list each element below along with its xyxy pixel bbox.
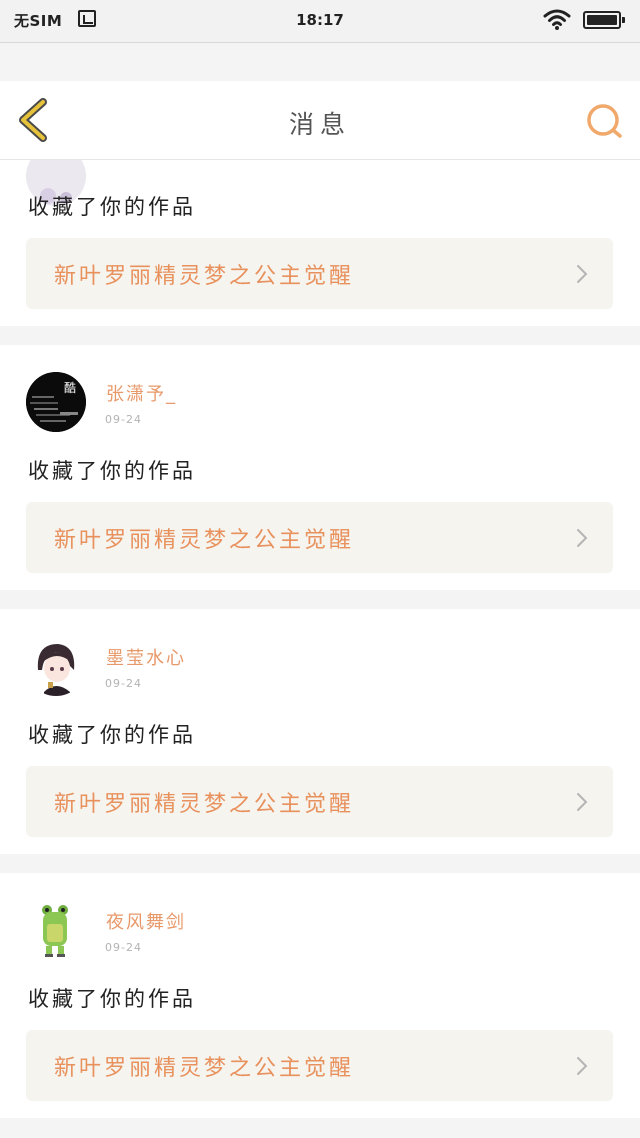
status-bar: 无SIM 18:17 xyxy=(0,0,640,43)
action-text: 收藏了你的作品 xyxy=(28,987,196,1011)
work-title: 新叶罗丽精灵梦之公主觉醒 xyxy=(54,264,355,289)
search-icon[interactable] xyxy=(584,101,624,141)
action-text: 收藏了你的作品 xyxy=(28,723,196,747)
chevron-right-icon xyxy=(577,265,588,283)
message-card: 夜风舞剑 09-24 收藏了你的作品 新叶罗丽精灵梦之公主觉醒 xyxy=(0,873,640,1118)
avatar[interactable] xyxy=(26,636,86,696)
chevron-right-icon xyxy=(577,529,588,547)
work-link[interactable]: 新叶罗丽精灵梦之公主觉醒 xyxy=(26,238,613,309)
timestamp: 09-24 xyxy=(105,413,142,426)
timestamp: 09-24 xyxy=(105,677,142,690)
message-card: 墨莹水心 09-24 收藏了你的作品 新叶罗丽精灵梦之公主觉醒 xyxy=(0,609,640,854)
work-title: 新叶罗丽精灵梦之公主觉醒 xyxy=(54,792,355,817)
page-title: 消息 xyxy=(288,110,351,139)
username[interactable]: 夜风舞剑 xyxy=(106,908,186,934)
avatar[interactable] xyxy=(26,900,86,960)
top-spacer xyxy=(0,43,640,81)
chevron-right-icon xyxy=(577,1057,588,1075)
username[interactable]: 张潇予_ xyxy=(106,380,177,406)
avatar-text: 酷 xyxy=(64,381,76,395)
action-text: 收藏了你的作品 xyxy=(28,459,196,483)
action-text: 收藏了你的作品 xyxy=(28,195,196,219)
work-title: 新叶罗丽精灵梦之公主觉醒 xyxy=(54,528,355,553)
work-link[interactable]: 新叶罗丽精灵梦之公主觉醒 xyxy=(26,766,613,837)
chevron-right-icon xyxy=(577,793,588,811)
work-link[interactable]: 新叶罗丽精灵梦之公主觉醒 xyxy=(26,1030,613,1101)
timestamp: 09-24 xyxy=(105,941,142,954)
message-list[interactable]: 收藏了你的作品 新叶罗丽精灵梦之公主觉醒 酷 张潇予_ 09-24 收藏了你的作… xyxy=(0,159,640,1138)
battery-icon xyxy=(583,11,625,29)
work-title: 新叶罗丽精灵梦之公主觉醒 xyxy=(54,1056,355,1081)
work-link[interactable]: 新叶罗丽精灵梦之公主觉醒 xyxy=(26,502,613,573)
nav-header: 消息 xyxy=(0,81,640,160)
message-card: 收藏了你的作品 新叶罗丽精灵梦之公主觉醒 xyxy=(0,159,640,326)
message-card: 酷 张潇予_ 09-24 收藏了你的作品 新叶罗丽精灵梦之公主觉醒 xyxy=(0,345,640,590)
username[interactable]: 墨莹水心 xyxy=(106,644,186,670)
wifi-icon xyxy=(543,9,571,30)
avatar[interactable]: 酷 xyxy=(26,372,86,432)
